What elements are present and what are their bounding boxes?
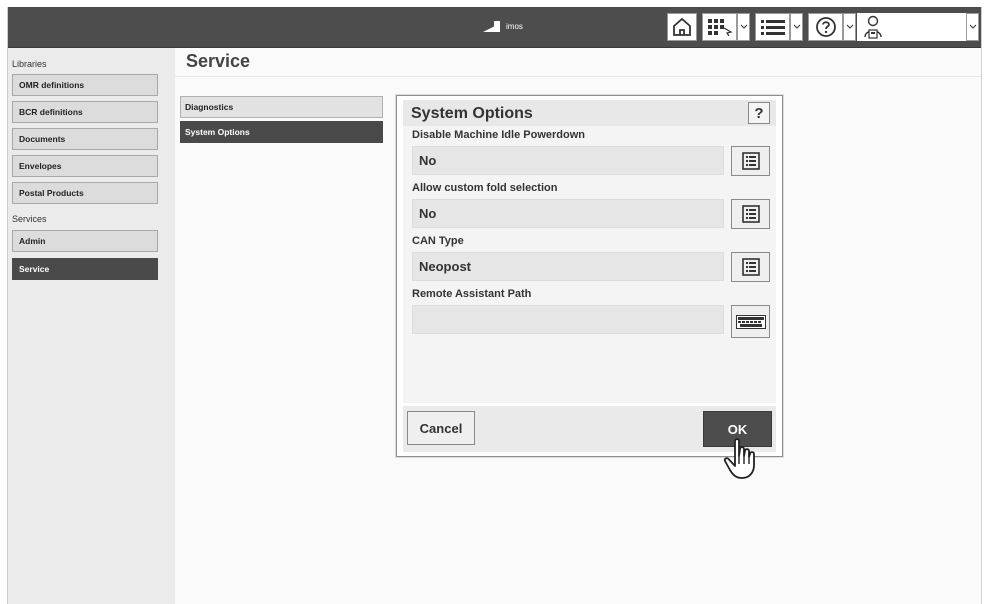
system-options-dialog: System Options ? Disable Machine Idle Po… <box>396 95 783 457</box>
keyboard-icon <box>735 314 766 329</box>
can-type-picker-button[interactable] <box>731 252 770 282</box>
grid-select-icon <box>707 19 733 36</box>
chevron-down-icon <box>969 24 976 29</box>
help-menu-dropdown[interactable] <box>843 13 856 41</box>
user-badge-icon <box>864 15 882 39</box>
list-picker-icon <box>741 205 760 223</box>
logo-text: imos <box>506 21 523 31</box>
sidebar-item-omr-definitions[interactable]: OMR definitions <box>12 74 158 96</box>
can-type-value[interactable]: Neopost <box>412 252 724 281</box>
cancel-button[interactable]: Cancel <box>407 411 475 445</box>
logo-mark-icon <box>483 21 500 32</box>
list-picker-icon <box>741 258 760 276</box>
list-picker-icon <box>741 152 760 170</box>
tab-system-options[interactable]: System Options <box>180 121 383 143</box>
list-icon <box>760 20 785 35</box>
grid-menu-button[interactable] <box>702 13 737 41</box>
field-label-idle-powerdown: Disable Machine Idle Powerdown <box>412 129 585 141</box>
sidebar-item-documents[interactable]: Documents <box>12 128 158 150</box>
dialog-header: System Options ? <box>403 100 776 126</box>
list-menu-dropdown[interactable] <box>790 13 803 41</box>
list-menu-button[interactable] <box>755 13 790 41</box>
top-bar: imos <box>8 7 981 48</box>
app-frame: imos Libraries OMR definitions BCR defin… <box>7 7 982 604</box>
chevron-down-icon <box>793 24 800 29</box>
custom-fold-value[interactable]: No <box>412 199 724 228</box>
sidebar-group-libraries: Libraries <box>12 59 47 69</box>
idle-powerdown-picker-button[interactable] <box>731 146 770 176</box>
title-divider <box>175 76 981 77</box>
keyboard-button[interactable] <box>731 305 770 338</box>
sidebar-item-bcr-definitions[interactable]: BCR definitions <box>12 101 158 123</box>
dialog-title: System Options <box>411 105 533 122</box>
help-menu-button[interactable] <box>808 13 843 41</box>
sidebar-item-service[interactable]: Service <box>12 258 158 280</box>
home-button[interactable] <box>667 13 697 41</box>
field-label-remote-assistant-path: Remote Assistant Path <box>412 288 532 300</box>
home-icon <box>673 17 691 36</box>
app-logo: imos <box>483 20 523 32</box>
field-label-custom-fold: Allow custom fold selection <box>412 182 558 194</box>
page-title: Service <box>186 51 251 71</box>
tab-diagnostics[interactable]: Diagnostics <box>180 96 383 118</box>
user-menu-dropdown[interactable] <box>966 13 979 41</box>
custom-fold-picker-button[interactable] <box>731 199 770 229</box>
sidebar-item-envelopes[interactable]: Envelopes <box>12 155 158 177</box>
chevron-down-icon <box>740 24 747 29</box>
dialog-body: Disable Machine Idle Powerdown No Allow … <box>403 126 776 403</box>
sidebar-group-services: Services <box>12 214 47 224</box>
chevron-down-icon <box>846 24 853 29</box>
hand-pointer-cursor-icon <box>723 438 755 479</box>
user-menu-button[interactable] <box>857 13 967 41</box>
help-circle-icon <box>815 17 836 37</box>
idle-powerdown-value[interactable]: No <box>412 146 724 175</box>
field-label-can-type: CAN Type <box>412 235 464 247</box>
help-button[interactable]: ? <box>748 102 770 124</box>
sidebar-item-postal-products[interactable]: Postal Products <box>12 182 158 204</box>
sidebar: Libraries OMR definitions BCR definition… <box>8 48 175 604</box>
sidebar-item-admin[interactable]: Admin <box>12 230 158 252</box>
remote-assistant-path-input[interactable] <box>412 305 724 334</box>
grid-menu-dropdown[interactable] <box>737 13 750 41</box>
